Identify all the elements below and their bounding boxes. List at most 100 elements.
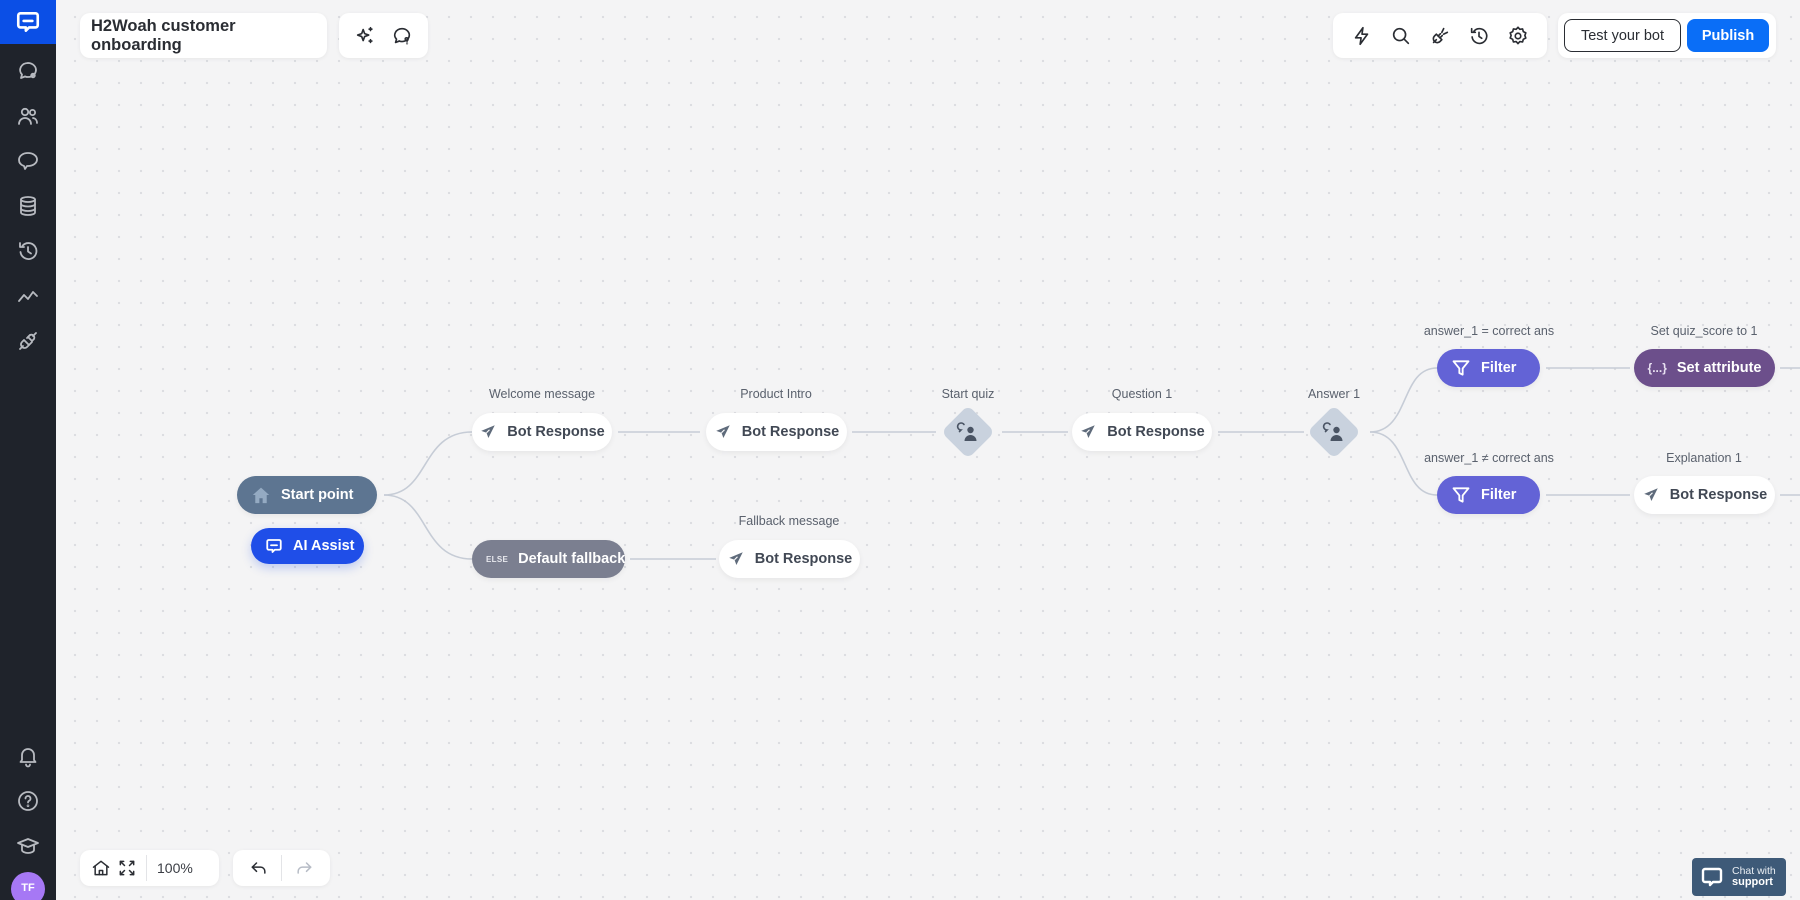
publish-button[interactable]: Publish bbox=[1687, 19, 1769, 52]
send-icon bbox=[716, 425, 730, 438]
filter-incorrect-caption: answer_1 ≠ correct ans bbox=[1424, 451, 1554, 465]
version-history-button[interactable] bbox=[1466, 23, 1492, 49]
filter-incorrect-node[interactable]: Filter bbox=[1437, 476, 1540, 514]
send-icon bbox=[481, 425, 495, 438]
lightning-icon bbox=[1355, 26, 1369, 45]
avatar-initials: TF bbox=[21, 882, 35, 894]
title-actions bbox=[339, 13, 428, 58]
welcome-bot-response-node[interactable]: Bot Response bbox=[472, 413, 612, 451]
bot-title: H2Woah customer onboarding bbox=[91, 16, 236, 54]
welcome-caption: Welcome message bbox=[488, 387, 596, 401]
node-label: Set attribute bbox=[1676, 360, 1762, 376]
ai-chat-icon bbox=[266, 539, 282, 553]
settings-button[interactable] bbox=[1505, 23, 1531, 49]
flow-canvas[interactable] bbox=[56, 0, 1800, 900]
undo-button[interactable] bbox=[246, 855, 272, 881]
history-icon bbox=[19, 242, 38, 260]
sidebar-item-analytics[interactable] bbox=[0, 276, 56, 316]
triggers-button[interactable] bbox=[1349, 23, 1375, 49]
help-icon bbox=[18, 791, 38, 811]
sidebar-item-help[interactable] bbox=[0, 781, 56, 821]
sidebar-item-notifications[interactable] bbox=[0, 736, 56, 776]
product-intro-bot-response-node[interactable]: Bot Response bbox=[706, 413, 847, 451]
search-icon bbox=[1393, 27, 1410, 44]
explanation-1-bot-response-node[interactable]: Bot Response bbox=[1634, 476, 1775, 514]
user-avatar[interactable]: TF bbox=[11, 872, 45, 900]
chat-preview-icon bbox=[393, 27, 410, 44]
node-label: Bot Response bbox=[1669, 487, 1768, 503]
ai-assist-label: AI Assist bbox=[293, 538, 355, 554]
fit-screen-icon bbox=[119, 860, 135, 876]
node-label: Bot Response bbox=[754, 551, 853, 567]
bell-icon bbox=[19, 748, 37, 768]
filter-correct-node[interactable]: Filter bbox=[1437, 349, 1540, 387]
zoom-level[interactable]: 100% bbox=[157, 860, 193, 876]
redo-icon bbox=[297, 862, 312, 874]
plug-icon bbox=[1432, 27, 1449, 43]
node-label: Bot Response bbox=[741, 424, 840, 440]
database-icon bbox=[20, 196, 36, 216]
home-icon bbox=[92, 860, 110, 876]
sidebar-item-academy[interactable] bbox=[0, 826, 56, 866]
node-label: Filter bbox=[1481, 487, 1517, 503]
ai-sparkles-button[interactable] bbox=[352, 23, 378, 49]
undo-icon bbox=[251, 862, 266, 874]
ai-sparkles-icon bbox=[357, 26, 373, 43]
analytics-icon bbox=[18, 291, 38, 302]
node-label: Bot Response bbox=[507, 424, 605, 440]
home-button[interactable] bbox=[88, 855, 114, 881]
support-line-2: support bbox=[1732, 876, 1773, 888]
fallback-message-caption: Fallback message bbox=[738, 514, 840, 528]
question-1-caption: Question 1 bbox=[1111, 387, 1173, 401]
sidebar-item-chats[interactable] bbox=[0, 51, 56, 91]
sidebar-item-integrations[interactable] bbox=[0, 321, 56, 361]
home-icon bbox=[252, 487, 270, 504]
divider bbox=[280, 855, 282, 881]
set-score-caption: Set quiz_score to 1 bbox=[1650, 324, 1758, 338]
send-icon bbox=[1644, 488, 1658, 501]
start-point-node[interactable]: Start point bbox=[237, 476, 377, 514]
chat-preview-button[interactable] bbox=[389, 23, 415, 49]
publish-actions: Test your bot Publish bbox=[1558, 13, 1776, 58]
divider bbox=[146, 855, 147, 881]
explanation-1-caption: Explanation 1 bbox=[1666, 451, 1742, 465]
set-attribute-node[interactable]: {...} Set attribute bbox=[1634, 349, 1775, 387]
fit-screen-button[interactable] bbox=[114, 855, 140, 881]
start-point-label: Start point bbox=[281, 487, 354, 503]
node-label: Bot Response bbox=[1107, 424, 1205, 440]
brain-icon bbox=[18, 152, 38, 170]
academy-icon bbox=[17, 838, 39, 854]
undo-redo-controls bbox=[233, 850, 330, 886]
product-intro-caption: Product Intro bbox=[740, 387, 812, 401]
filter-correct-caption: answer_1 = correct ans bbox=[1423, 324, 1555, 338]
send-icon bbox=[1081, 425, 1095, 438]
sidebar-item-data[interactable] bbox=[0, 186, 56, 226]
node-label: Default fallback bbox=[518, 551, 626, 567]
test-bot-button[interactable]: Test your bot bbox=[1564, 19, 1681, 52]
question-1-bot-response-node[interactable]: Bot Response bbox=[1072, 413, 1212, 451]
sidebar-item-history[interactable] bbox=[0, 231, 56, 271]
filter-icon bbox=[1452, 360, 1470, 376]
chat-with-support-button[interactable]: Chat with support bbox=[1692, 858, 1786, 896]
chatbot-logo-icon bbox=[16, 12, 40, 32]
app-logo[interactable] bbox=[0, 0, 56, 44]
zoom-controls: 100% bbox=[80, 850, 219, 886]
attribute-braces-icon: {...} bbox=[1647, 361, 1667, 375]
search-button[interactable] bbox=[1388, 23, 1414, 49]
ai-assist-button[interactable]: AI Assist bbox=[251, 528, 364, 564]
default-fallback-node[interactable]: ELSE Default fallback bbox=[472, 540, 625, 578]
fallback-bot-response-node[interactable]: Bot Response bbox=[719, 540, 860, 578]
sidebar: TF bbox=[0, 0, 56, 900]
bot-title-box[interactable]: H2Woah customer onboarding bbox=[80, 13, 327, 58]
support-chat-icon bbox=[1701, 867, 1723, 887]
users-icon bbox=[18, 107, 38, 125]
sidebar-item-users[interactable] bbox=[0, 96, 56, 136]
editor-toolbar bbox=[1333, 13, 1547, 58]
history-icon bbox=[1470, 27, 1488, 44]
integrations-button[interactable] bbox=[1427, 23, 1453, 49]
send-icon bbox=[729, 552, 743, 565]
sidebar-item-ai[interactable] bbox=[0, 141, 56, 181]
chat-bubble-icon bbox=[19, 62, 37, 79]
settings-icon bbox=[1508, 25, 1527, 44]
redo-button[interactable] bbox=[291, 855, 317, 881]
